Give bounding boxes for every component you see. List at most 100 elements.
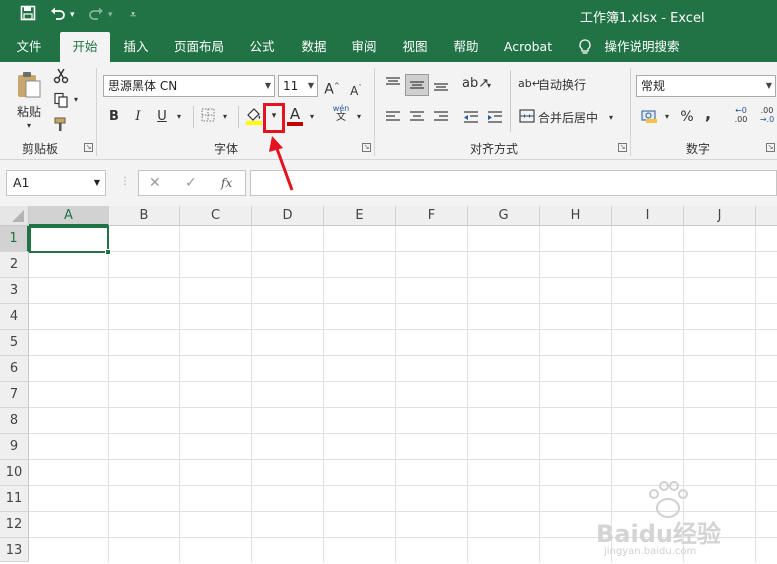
row-header[interactable]: 10	[0, 460, 29, 486]
chevron-down-icon: ▼	[264, 81, 271, 90]
column-header[interactable]: H	[540, 206, 612, 226]
align-right-icon[interactable]	[432, 110, 450, 129]
decrease-decimal-icon[interactable]: .00 →.0	[756, 106, 777, 124]
redo-icon[interactable]	[88, 5, 104, 26]
clipboard-dialog-launcher-icon[interactable]: ↘	[84, 143, 93, 152]
column-header[interactable]: J	[684, 206, 756, 226]
column-header[interactable]: I	[612, 206, 684, 226]
tab-acrobat[interactable]: Acrobat	[500, 32, 556, 62]
name-box[interactable]: A1 ▼	[6, 170, 106, 196]
borders-icon[interactable]	[200, 108, 216, 127]
customize-qat-icon[interactable]: ⩡	[130, 5, 136, 25]
column-header[interactable]: D	[252, 206, 324, 226]
column-header[interactable]	[756, 206, 777, 226]
paste-icon[interactable]	[14, 70, 44, 105]
align-middle-icon[interactable]	[405, 74, 429, 96]
tab-formulas[interactable]: 公式	[242, 32, 282, 62]
align-top-icon[interactable]	[384, 76, 402, 95]
font-color-swatch	[287, 122, 303, 126]
undo-dropdown-icon[interactable]: ▾	[70, 5, 75, 25]
alignment-dialog-launcher-icon[interactable]: ↘	[618, 143, 627, 152]
bold-button[interactable]: B	[106, 109, 122, 125]
row-header[interactable]: 12	[0, 512, 29, 538]
tab-home[interactable]: 开始	[60, 32, 110, 62]
merge-center-icon	[518, 109, 536, 128]
formula-input[interactable]	[250, 170, 777, 196]
tab-file[interactable]: 文件	[8, 32, 50, 62]
tab-review[interactable]: 审阅	[344, 32, 384, 62]
ribbon: 粘贴 ▾ ▾ 剪贴板 ↘ 思源黑体 CN ▼ 11 ▼ A^ Aˇ B I U ▾ …	[0, 62, 777, 160]
underline-dropdown-icon[interactable]: ▾	[174, 109, 184, 125]
undo-icon[interactable]	[50, 5, 66, 26]
phonetic-guide-icon[interactable]: wén 文	[330, 104, 352, 123]
orientation-dropdown-icon[interactable]: ▾	[484, 78, 494, 94]
paste-dropdown-icon[interactable]: ▾	[22, 118, 36, 134]
accounting-dropdown-icon[interactable]: ▾	[662, 109, 672, 125]
cut-icon[interactable]	[52, 68, 70, 89]
accounting-format-icon[interactable]	[640, 108, 660, 129]
number-format-combo[interactable]: 常规 ▼	[636, 75, 776, 97]
column-header[interactable]: B	[109, 206, 180, 226]
row-header[interactable]: 13	[0, 538, 29, 562]
tell-me-search[interactable]: 操作说明搜索	[602, 32, 682, 62]
tab-data[interactable]: 数据	[294, 32, 334, 62]
comma-style-button[interactable]: ,	[702, 106, 714, 122]
row-header[interactable]: 2	[0, 252, 29, 278]
select-all-button[interactable]	[0, 206, 29, 226]
row-header[interactable]: 8	[0, 408, 29, 434]
column-header[interactable]: F	[396, 206, 468, 226]
font-size-combo[interactable]: 11 ▼	[278, 75, 318, 97]
decrease-indent-icon[interactable]	[462, 110, 480, 129]
merge-center-button[interactable]: 合并后居中	[538, 110, 604, 126]
column-header[interactable]: A	[29, 206, 109, 226]
row-header[interactable]: 4	[0, 304, 29, 330]
percent-style-button[interactable]: %	[678, 109, 696, 125]
save-icon[interactable]	[20, 5, 36, 26]
align-center-icon[interactable]	[408, 110, 426, 129]
tab-view[interactable]: 视图	[395, 32, 435, 62]
phonetic-dropdown-icon[interactable]: ▾	[354, 109, 364, 125]
row-header[interactable]: 3	[0, 278, 29, 304]
font-color-icon[interactable]: A	[285, 106, 305, 126]
increase-font-size-icon[interactable]: A^	[324, 78, 340, 98]
row-header[interactable]: 1	[0, 226, 29, 252]
fill-handle[interactable]	[105, 249, 111, 255]
formula-bar-grip-icon[interactable]: ⋮	[120, 176, 130, 187]
fill-color-icon[interactable]	[244, 106, 264, 131]
annotation-highlight-box	[263, 103, 285, 133]
row-header[interactable]: 6	[0, 356, 29, 382]
tab-insert[interactable]: 插入	[116, 32, 156, 62]
cancel-icon[interactable]: ✕	[149, 175, 161, 191]
format-painter-icon[interactable]	[52, 116, 70, 137]
tab-page-layout[interactable]: 页面布局	[168, 32, 230, 62]
wrap-text-button[interactable]: 自动换行	[538, 77, 598, 93]
insert-function-icon[interactable]: fx	[221, 175, 232, 191]
decrease-font-size-icon[interactable]: Aˇ	[348, 80, 364, 99]
copy-dropdown-icon[interactable]: ▾	[71, 92, 81, 108]
orientation-icon[interactable]: ab↗	[462, 76, 489, 92]
tab-help[interactable]: 帮助	[446, 32, 486, 62]
italic-button[interactable]: I	[130, 109, 146, 125]
align-bottom-icon[interactable]	[432, 78, 450, 97]
font-dialog-launcher-icon[interactable]: ↘	[362, 143, 371, 152]
font-color-dropdown-icon[interactable]: ▾	[307, 109, 317, 125]
enter-icon[interactable]: ✓	[185, 175, 197, 191]
merge-dropdown-icon[interactable]: ▾	[606, 110, 616, 126]
active-cell[interactable]	[29, 226, 111, 255]
column-header[interactable]: C	[180, 206, 252, 226]
increase-indent-icon[interactable]	[486, 110, 504, 129]
align-left-icon[interactable]	[384, 110, 402, 129]
borders-dropdown-icon[interactable]: ▾	[220, 109, 230, 125]
column-header[interactable]: G	[468, 206, 540, 226]
redo-dropdown-icon[interactable]: ▾	[108, 5, 113, 25]
underline-button[interactable]: U	[154, 109, 170, 125]
column-header[interactable]: E	[324, 206, 396, 226]
row-header[interactable]: 5	[0, 330, 29, 356]
row-header[interactable]: 9	[0, 434, 29, 460]
row-header[interactable]: 11	[0, 486, 29, 512]
number-dialog-launcher-icon[interactable]: ↘	[766, 143, 775, 152]
increase-decimal-icon[interactable]: ←0.00	[730, 106, 752, 124]
row-header[interactable]: 7	[0, 382, 29, 408]
font-name-combo[interactable]: 思源黑体 CN ▼	[103, 75, 275, 97]
copy-icon[interactable]	[52, 92, 70, 113]
